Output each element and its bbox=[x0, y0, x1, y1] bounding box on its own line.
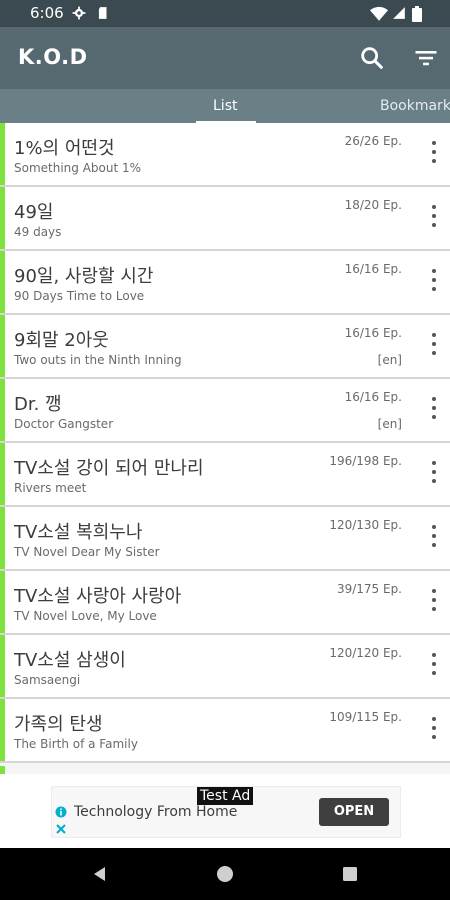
app-title: K.O.D bbox=[18, 45, 88, 69]
status-time: 6:06 bbox=[30, 4, 64, 22]
list-item[interactable]: TV소설 사랑아 사랑아 TV Novel Love, My Love 39/1… bbox=[0, 571, 450, 635]
wifi-icon bbox=[370, 6, 388, 21]
list-item[interactable]: 49일 49 days 18/20 Ep. bbox=[0, 187, 450, 251]
more-options-icon[interactable] bbox=[430, 205, 438, 231]
more-options-icon[interactable] bbox=[430, 525, 438, 551]
signal-icon bbox=[393, 7, 405, 19]
more-options-icon[interactable] bbox=[430, 717, 438, 743]
gear-icon bbox=[72, 6, 86, 20]
home-icon[interactable] bbox=[215, 864, 235, 884]
ad-info-icon[interactable] bbox=[55, 806, 67, 818]
tab-bookmark[interactable]: Bookmark bbox=[380, 98, 450, 114]
row-accent bbox=[0, 507, 5, 569]
item-subtitle: Two outs in the Ninth Inning bbox=[14, 353, 182, 367]
row-accent bbox=[0, 251, 5, 313]
item-title: 49일 bbox=[14, 202, 54, 223]
list-item[interactable]: TV소설 삼생이 Samsaengi 120/120 Ep. bbox=[0, 635, 450, 699]
item-title: 90일, 사랑할 시간 bbox=[14, 266, 154, 287]
item-subtitle: 49 days bbox=[14, 225, 62, 239]
item-subtitle: Something About 1% bbox=[14, 161, 142, 175]
item-episodes: 26/26 Ep. bbox=[344, 134, 402, 148]
item-title: TV소설 사랑아 사랑아 bbox=[14, 586, 182, 607]
item-language: [en] bbox=[377, 353, 402, 367]
item-episodes: 120/120 Ep. bbox=[329, 646, 402, 660]
row-accent bbox=[0, 635, 5, 697]
tab-list[interactable]: List bbox=[213, 98, 237, 114]
list-item[interactable]: Dr. 깽 Doctor Gangster 16/16 Ep. [en] bbox=[0, 379, 450, 443]
more-options-icon[interactable] bbox=[430, 333, 438, 359]
row-accent bbox=[0, 187, 5, 249]
item-language: [en] bbox=[377, 417, 402, 431]
row-accent bbox=[0, 123, 5, 185]
more-options-icon[interactable] bbox=[430, 461, 438, 487]
item-episodes: 16/16 Ep. bbox=[344, 326, 402, 340]
item-subtitle: 90 Days Time to Love bbox=[14, 289, 145, 303]
more-options-icon[interactable] bbox=[430, 141, 438, 167]
row-accent bbox=[0, 699, 5, 761]
item-subtitle: Samsaengi bbox=[14, 673, 81, 687]
item-subtitle: TV Novel Love, My Love bbox=[14, 609, 157, 623]
list-item[interactable]: 9회말 2아웃 Two outs in the Ninth Inning 16/… bbox=[0, 315, 450, 379]
row-accent bbox=[0, 315, 5, 377]
ad-open-button[interactable]: OPEN bbox=[319, 798, 389, 826]
item-title: Dr. 깽 bbox=[14, 394, 62, 415]
filter-icon[interactable] bbox=[412, 44, 440, 72]
list-item[interactable]: 90일, 사랑할 시간 90 Days Time to Love 16/16 E… bbox=[0, 251, 450, 315]
item-title: TV소설 복희누나 bbox=[14, 522, 143, 543]
battery-icon bbox=[412, 6, 422, 22]
item-subtitle: Doctor Gangster bbox=[14, 417, 114, 431]
item-subtitle: The Birth of a Family bbox=[14, 737, 138, 751]
row-accent bbox=[0, 443, 5, 505]
item-episodes: 16/16 Ep. bbox=[344, 390, 402, 404]
item-episodes: 39/175 Ep. bbox=[336, 582, 402, 596]
list-item[interactable]: 1%의 어떤것 Something About 1% 26/26 Ep. bbox=[0, 123, 450, 187]
more-options-icon[interactable] bbox=[430, 653, 438, 679]
item-subtitle: TV Novel Dear My Sister bbox=[14, 545, 160, 559]
list-item[interactable]: 가족의 탄생 The Birth of a Family 109/115 Ep. bbox=[0, 699, 450, 763]
drama-list[interactable]: 1%의 어떤것 Something About 1% 26/26 Ep. 49일… bbox=[0, 123, 450, 773]
item-title: 9회말 2아웃 bbox=[14, 330, 109, 351]
sd-card-icon bbox=[98, 7, 107, 19]
item-title: TV소설 강이 되어 만나리 bbox=[14, 458, 204, 479]
item-subtitle: Rivers meet bbox=[14, 481, 87, 495]
item-episodes: 109/115 Ep. bbox=[329, 710, 402, 724]
app-bar: K.O.D bbox=[0, 27, 450, 89]
item-title: 가족의 탄생 bbox=[14, 714, 103, 735]
test-ad-label: Test Ad bbox=[197, 787, 254, 805]
item-episodes: 16/16 Ep. bbox=[344, 262, 402, 276]
status-bar: 6:06 bbox=[0, 0, 450, 27]
recents-icon[interactable] bbox=[340, 864, 360, 884]
back-icon[interactable] bbox=[90, 864, 110, 884]
ad-banner-area: Test Ad Technology From Home OPEN bbox=[0, 774, 450, 848]
ad-close-icon[interactable] bbox=[55, 823, 67, 835]
tab-bar: List Bookmark bbox=[0, 89, 450, 124]
navigation-bar bbox=[0, 848, 450, 900]
more-options-icon[interactable] bbox=[430, 269, 438, 295]
item-title: TV소설 삼생이 bbox=[14, 650, 126, 671]
item-episodes: 196/198 Ep. bbox=[329, 454, 402, 468]
more-options-icon[interactable] bbox=[430, 397, 438, 423]
item-title: 1%의 어떤것 bbox=[14, 138, 115, 159]
search-icon[interactable] bbox=[358, 44, 386, 72]
more-options-icon[interactable] bbox=[430, 589, 438, 615]
item-episodes: 120/130 Ep. bbox=[329, 518, 402, 532]
list-item[interactable]: TV소설 복희누나 TV Novel Dear My Sister 120/13… bbox=[0, 507, 450, 571]
row-accent bbox=[0, 379, 5, 441]
row-accent bbox=[0, 571, 5, 633]
item-episodes: 18/20 Ep. bbox=[344, 198, 402, 212]
list-item[interactable]: TV소설 강이 되어 만나리 Rivers meet 196/198 Ep. bbox=[0, 443, 450, 507]
ad-text: Technology From Home bbox=[74, 804, 238, 820]
next-row-accent bbox=[0, 766, 5, 774]
